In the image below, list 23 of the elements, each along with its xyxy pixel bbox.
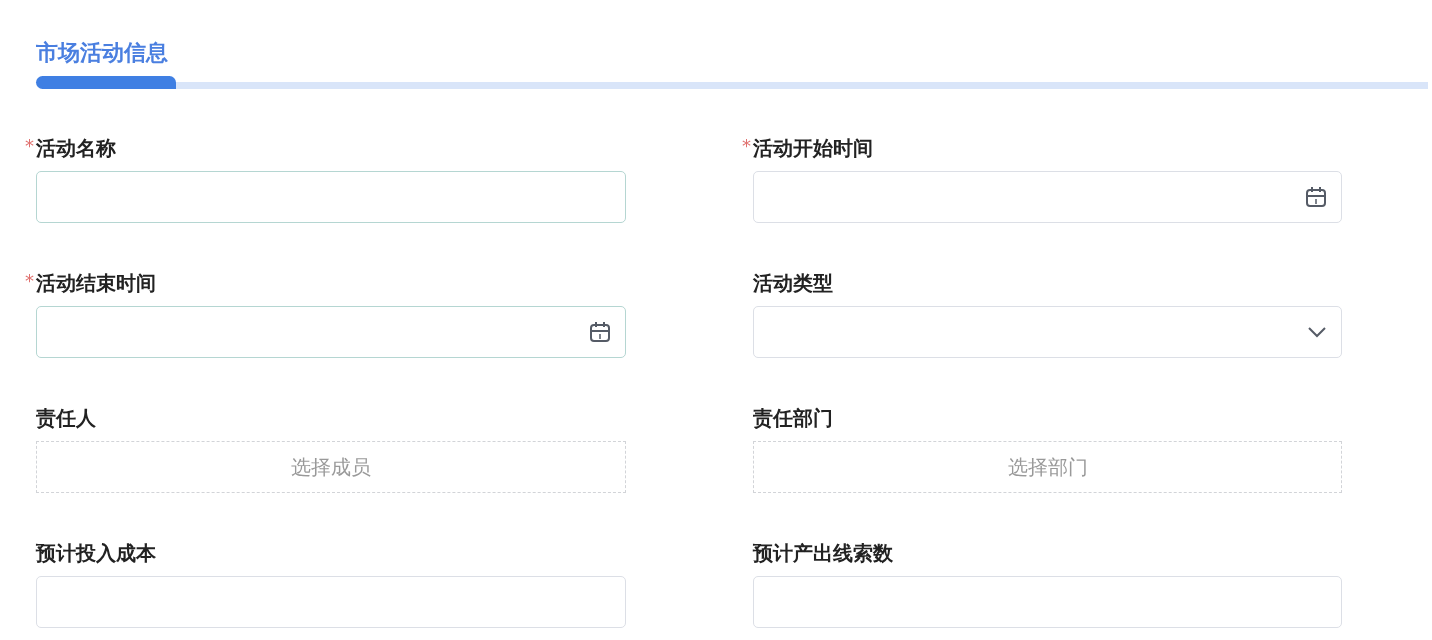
select-field[interactable] (753, 306, 1342, 358)
field-label: 活动结束时间 (36, 271, 156, 295)
picker-button[interactable]: 选择部门 (753, 441, 1342, 493)
calendar-icon (589, 321, 611, 343)
required-asterisk: * (25, 136, 34, 156)
input-field[interactable] (36, 576, 626, 628)
calendar-icon (1305, 186, 1327, 208)
field-label: 责任人 (36, 406, 96, 430)
field-label: 活动开始时间 (753, 136, 873, 160)
section-title: 市场活动信息 (36, 39, 168, 67)
input-field[interactable] (36, 171, 626, 223)
chevron-down-icon (1307, 326, 1327, 338)
field-label: 预计投入成本 (36, 541, 156, 565)
date-field[interactable] (36, 306, 626, 358)
field-label: 活动类型 (753, 271, 833, 295)
date-field[interactable] (753, 171, 1342, 223)
field-label: 责任部门 (753, 406, 833, 430)
input-field[interactable] (753, 576, 1342, 628)
field-label: 预计产出线索数 (753, 541, 893, 565)
required-asterisk: * (742, 136, 751, 156)
required-asterisk: * (25, 271, 34, 291)
picker-button[interactable]: 选择成员 (36, 441, 626, 493)
field-label: 活动名称 (36, 136, 116, 160)
